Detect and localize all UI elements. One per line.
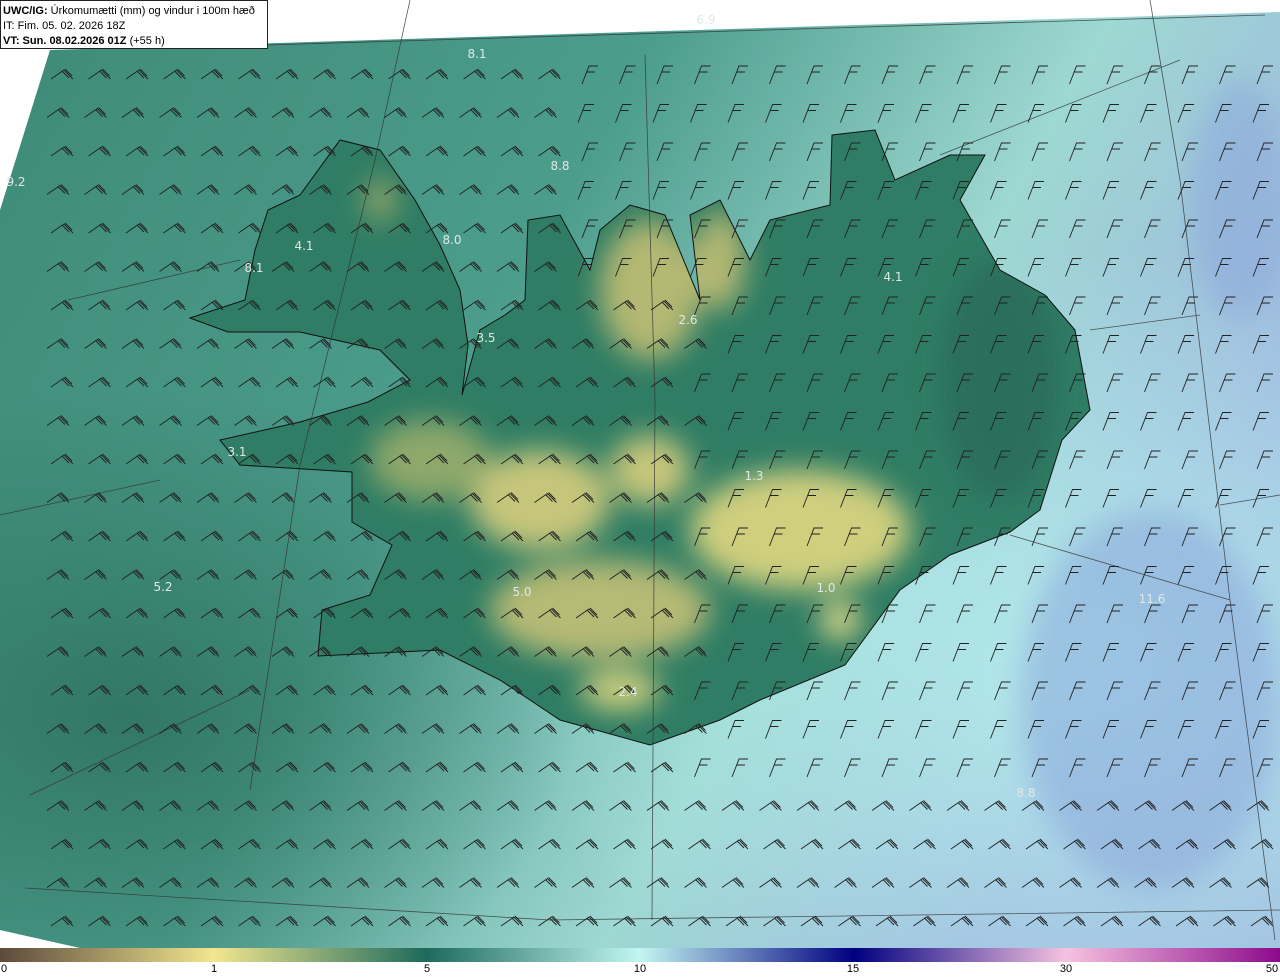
precip-value-label: 6.9 — [696, 13, 715, 27]
precip-value-label: 1.3 — [744, 469, 763, 483]
precip-value-label: 8.8 — [1016, 786, 1035, 800]
valid-time: VT: Sun. 08.02.2026 01Z — [3, 35, 127, 47]
precip-value-label: 3.5 — [476, 331, 495, 345]
precip-value-label: 8.8 — [550, 159, 569, 173]
colorbar-tick: 0 — [0, 963, 8, 975]
precip-value-label: 5.2 — [153, 580, 172, 594]
precip-value-label: 2.4 — [618, 685, 637, 699]
precip-value-label: 4.1 — [294, 239, 313, 253]
precip-value-label: 3.1 — [227, 445, 246, 459]
blue-precip-area — [1020, 510, 1280, 890]
title-box: UWC/IG: Úrkomumætti (mm) og vindur i 100… — [0, 0, 268, 49]
model-name: UWC/IG: — [3, 5, 48, 17]
precip-value-label: 1.0 — [816, 581, 835, 595]
precip-value-label: 5.0 — [512, 585, 531, 599]
map-title: Úrkomumætti (mm) og vindur i 100m hæð — [50, 5, 255, 17]
precip-value-label: 9.2 — [6, 175, 25, 189]
colorbar-tick: 30 — [1059, 963, 1073, 975]
precip-value-label: 2.6 — [678, 313, 697, 327]
initial-time: IT: Fim. 05. 02. 2026 18Z — [3, 20, 126, 32]
colorbar-tick: 15 — [846, 963, 860, 975]
precip-value-label: 11.6 — [1139, 592, 1166, 606]
precip-value-label: 8.1 — [244, 261, 263, 275]
forecast-offset: (+55 h) — [129, 35, 165, 47]
precip-value-label: 8.0 — [442, 233, 461, 247]
colorbar-tick: 50 — [1265, 963, 1279, 975]
precipitation-wind-map: 6.9 8.1 9.2 8.8 4.1 8.1 8.0 3.5 2.6 4.1 3.1 5.2 5.0 2… — [0, 0, 1280, 948]
colorbar-tick: 10 — [633, 963, 647, 975]
colorbar-ticks: 0 1 5 10 15 30 50 — [0, 962, 1280, 978]
colorbar-tick: 5 — [423, 963, 431, 975]
precip-value-label: 8.1 — [467, 47, 486, 61]
colorbar — [0, 948, 1280, 962]
colorbar-tick: 1 — [210, 963, 218, 975]
precip-value-label: 4.1 — [883, 270, 902, 284]
